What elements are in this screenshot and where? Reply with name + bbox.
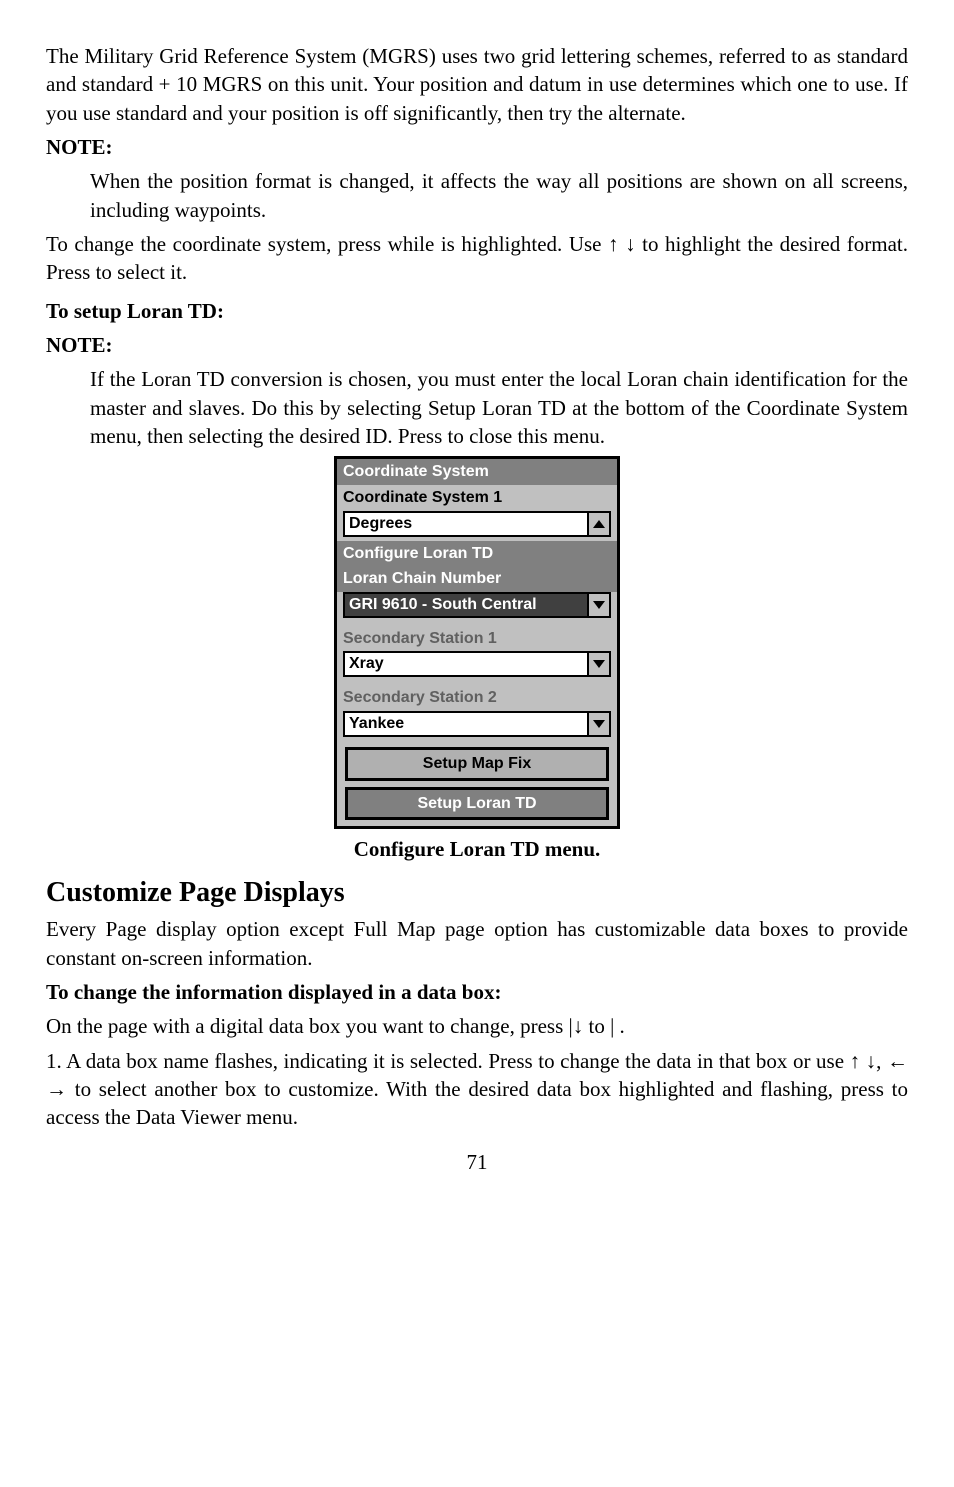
paragraph-change-step0: On the page with a digital data box you … (46, 1012, 908, 1040)
device-screenshot: Coordinate System Coordinate System 1 De… (334, 456, 620, 829)
text: |↓ to (569, 1014, 611, 1038)
subheading-change-info: To change the information displayed in a… (46, 978, 908, 1006)
secondary-station-1-value: Xray (345, 653, 587, 675)
configure-loran-header: Configure Loran TD (337, 541, 617, 567)
text: . (620, 1014, 625, 1038)
text: while (388, 232, 441, 256)
degrees-value: Degrees (345, 513, 587, 535)
setup-loran-heading: To setup Loran TD: (46, 297, 908, 325)
secondary-station-2-combo[interactable]: Yankee (343, 711, 611, 737)
secondary-station-2-value: Yankee (345, 713, 587, 735)
note-body-2: If the Loran TD conversion is chosen, yo… (90, 365, 908, 450)
setup-loran-td-button[interactable]: Setup Loran TD (345, 787, 609, 821)
secondary-station-1-combo[interactable]: Xray (343, 651, 611, 677)
paragraph-customize-intro: Every Page display option except Full Ma… (46, 915, 908, 972)
scroll-up-icon[interactable] (587, 513, 609, 535)
chevron-down-icon[interactable] (587, 713, 609, 735)
note-label-1: NOTE: (46, 133, 908, 161)
chevron-down-icon[interactable] (587, 653, 609, 675)
text: 1. A data box name flashes, indicating i… (46, 1049, 538, 1073)
customize-page-displays-heading: Customize Page Displays (46, 874, 908, 912)
loran-chain-label: Loran Chain Number (337, 566, 617, 592)
setup-map-fix-button[interactable]: Setup Map Fix (345, 747, 609, 781)
text: | (610, 1014, 614, 1038)
device-titlebar: Coordinate System (337, 459, 617, 485)
chevron-down-icon[interactable] (587, 594, 609, 616)
loran-chain-combo[interactable]: GRI 9610 - South Central (343, 592, 611, 618)
secondary-station-2-label: Secondary Station 2 (337, 681, 617, 711)
page-number: 71 (46, 1148, 908, 1176)
paragraph-mgrs: The Military Grid Reference System (MGRS… (46, 42, 908, 127)
text: To change the coordinate system, press (46, 232, 388, 256)
text: On the page with a digital data box you … (46, 1014, 569, 1038)
text: to close this menu. (448, 424, 605, 448)
secondary-station-1-label: Secondary Station 1 (337, 622, 617, 652)
text: to select it. (96, 260, 188, 284)
paragraph-change-coord: To change the coordinate system, press w… (46, 230, 908, 287)
note-body-1: When the position format is changed, it … (90, 167, 908, 224)
paragraph-change-step1: 1. A data box name flashes, indicating i… (46, 1047, 908, 1132)
figure-caption: Configure Loran TD menu. (46, 835, 908, 863)
loran-chain-value: GRI 9610 - South Central (345, 594, 587, 616)
degrees-combo[interactable]: Degrees (343, 511, 611, 537)
note-label-2: NOTE: (46, 331, 908, 359)
device-subtitle: Coordinate System 1 (337, 485, 617, 511)
